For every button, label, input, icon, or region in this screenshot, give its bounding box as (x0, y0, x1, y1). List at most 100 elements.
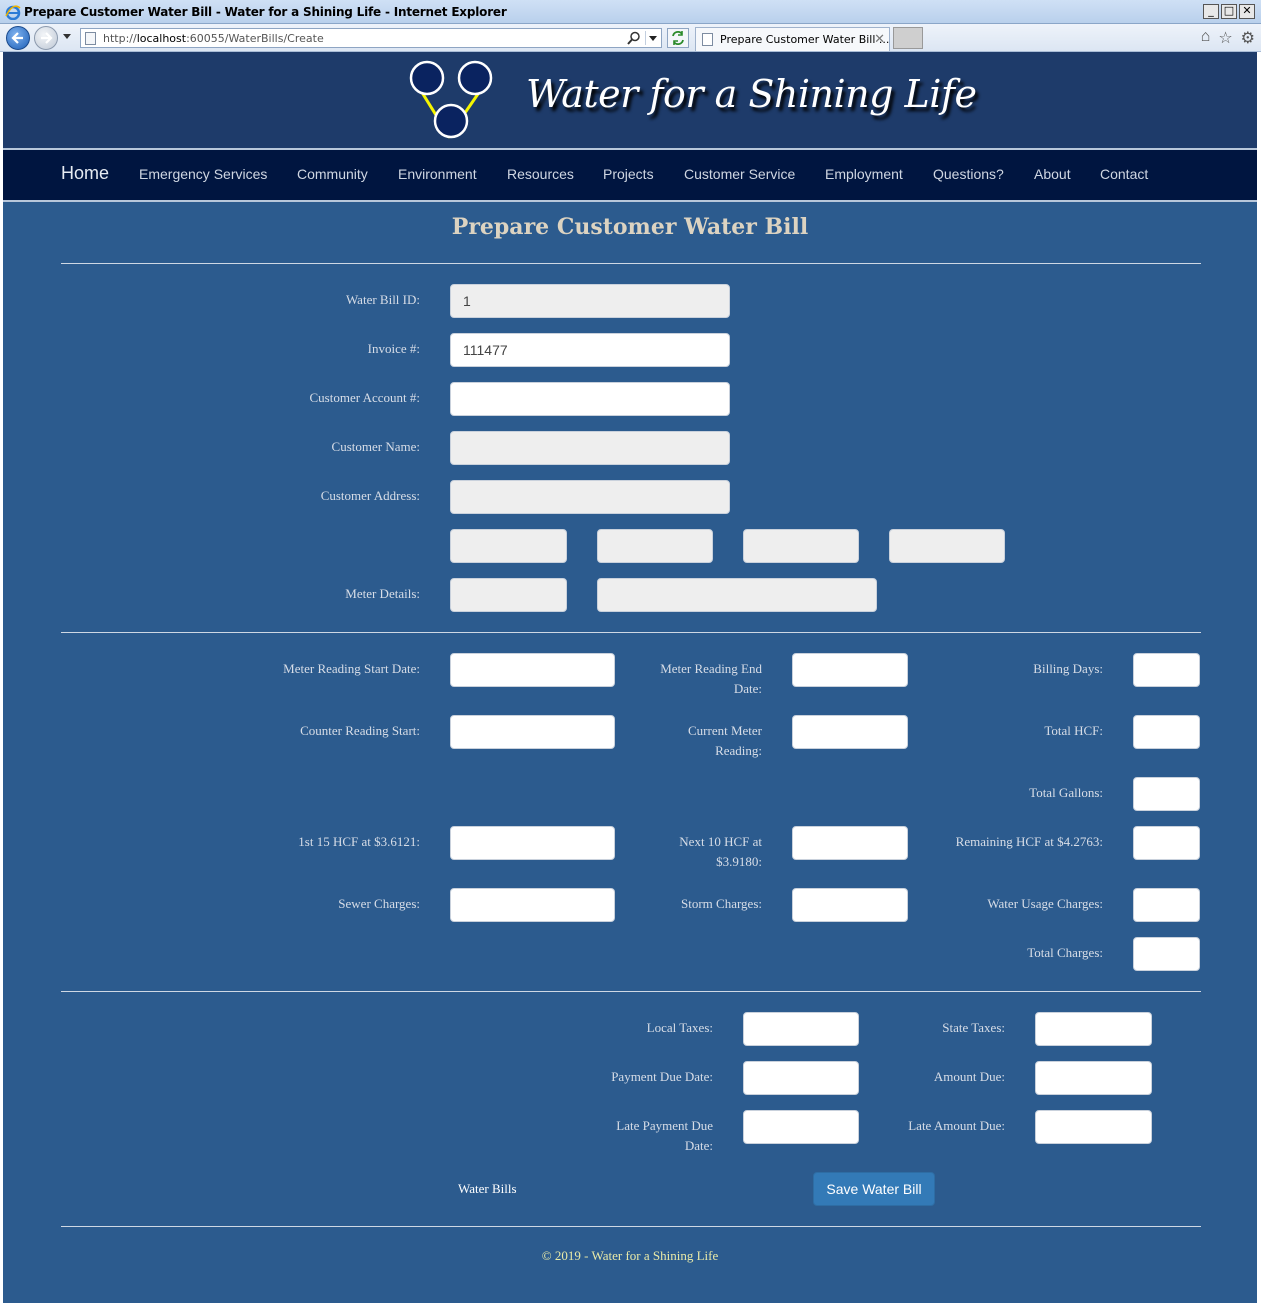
nav-home[interactable]: Home (61, 163, 109, 184)
customer-zip-field (889, 529, 1005, 563)
browser-tools: ⌂ ☆ ⚙ (1201, 28, 1255, 48)
remaining-hcf-field[interactable] (1133, 826, 1200, 860)
favorites-star-icon[interactable]: ☆ (1218, 28, 1232, 48)
meter-reading-start-date-field[interactable] (450, 653, 615, 687)
nav-environment[interactable]: Environment (398, 166, 477, 182)
gear-icon[interactable]: ⚙ (1241, 28, 1255, 48)
storm-charges-label: Storm Charges: (680, 896, 762, 911)
first-15-hcf-field[interactable] (450, 826, 615, 860)
meter-reading-start-date-label: Meter Reading Start Date: (283, 661, 420, 676)
nav-projects[interactable]: Projects (603, 166, 654, 182)
url-input[interactable]: http://localhost:60055/WaterBills/Create (80, 28, 662, 48)
invoice-label: Invoice #: (367, 341, 420, 356)
total-charges-field[interactable] (1133, 937, 1200, 971)
tab-page-icon (702, 33, 713, 46)
nav-customer-service[interactable]: Customer Service (684, 166, 795, 182)
state-taxes-label: State Taxes: (942, 1020, 1005, 1035)
nav-resources[interactable]: Resources (507, 166, 574, 182)
meter-description-field (597, 578, 877, 612)
local-taxes-field[interactable] (743, 1012, 859, 1046)
amount-due-field[interactable] (1035, 1061, 1152, 1095)
minimize-button[interactable]: _ (1203, 4, 1219, 19)
invoice-field[interactable]: 111477 (450, 333, 730, 367)
section-divider (61, 263, 1201, 264)
window-titlebar: Prepare Customer Water Bill - Water for … (0, 0, 1261, 24)
section-divider (61, 991, 1201, 992)
back-button[interactable] (6, 26, 30, 50)
history-dropdown-icon[interactable] (63, 34, 71, 39)
nav-emergency-services[interactable]: Emergency Services (139, 166, 267, 182)
customer-county-field (597, 529, 713, 563)
nav-community[interactable]: Community (297, 166, 368, 182)
meter-number-field (450, 578, 567, 612)
state-taxes-field[interactable] (1035, 1012, 1152, 1046)
arrow-right-icon (41, 32, 53, 44)
next-10-hcf-label: Next 10 HCF at $3.9180: (679, 834, 762, 869)
next-10-hcf-field[interactable] (792, 826, 908, 860)
water-usage-charges-field[interactable] (1133, 888, 1200, 922)
page-body: Water for a Shining Life Home Emergency … (3, 52, 1257, 1303)
maximize-button[interactable]: □ (1221, 4, 1237, 19)
customer-address-field (450, 480, 730, 514)
total-hcf-field[interactable] (1133, 715, 1200, 749)
total-gallons-field[interactable] (1133, 777, 1200, 811)
billing-days-field[interactable] (1133, 653, 1200, 687)
browser-tab[interactable]: Prepare Customer Water Bill ... ✕ (695, 27, 890, 51)
counter-reading-start-label: Counter Reading Start: (300, 723, 420, 738)
water-bills-link[interactable]: Water Bills (458, 1181, 517, 1197)
site-logo (409, 60, 493, 139)
late-payment-due-date-label: Late Payment Due Date: (616, 1118, 713, 1153)
remaining-hcf-label: Remaining HCF at $4.2763: (955, 834, 1103, 849)
nav-about[interactable]: About (1034, 166, 1071, 182)
total-gallons-label: Total Gallons: (1029, 785, 1103, 800)
customer-account-label: Customer Account #: (309, 390, 421, 405)
save-water-bill-button[interactable]: Save Water Bill (813, 1172, 935, 1206)
url-dropdown-button[interactable] (645, 31, 659, 45)
page-title: Prepare Customer Water Bill (451, 214, 809, 240)
footer-copyright: © 2019 - Water for a Shining Life (541, 1248, 719, 1263)
meter-reading-end-date-field[interactable] (792, 653, 908, 687)
water-bill-id-label: Water Bill ID: (345, 292, 420, 307)
water-usage-charges-label: Water Usage Charges: (987, 896, 1103, 911)
window-controls: _ □ ✕ (1203, 4, 1255, 19)
late-amount-due-field[interactable] (1035, 1110, 1152, 1144)
nav-employment[interactable]: Employment (825, 166, 903, 182)
current-meter-reading-field[interactable] (792, 715, 908, 749)
url-text: http://localhost:60055/WaterBills/Create (103, 32, 324, 45)
customer-address-label: Customer Address: (320, 488, 420, 503)
local-taxes-label: Local Taxes: (646, 1020, 713, 1035)
nav-questions[interactable]: Questions? (933, 166, 1004, 182)
customer-account-field[interactable] (450, 382, 730, 416)
late-payment-due-date-field[interactable] (743, 1110, 859, 1144)
site-header: Water for a Shining Life (3, 52, 1257, 148)
counter-reading-start-field[interactable] (450, 715, 615, 749)
refresh-icon (672, 31, 684, 45)
close-window-button[interactable]: ✕ (1239, 4, 1255, 19)
meter-reading-end-date-label: Meter Reading End Date: (660, 661, 762, 696)
window-title: Prepare Customer Water Bill - Water for … (24, 5, 507, 19)
nav-contact[interactable]: Contact (1100, 166, 1148, 182)
payment-due-date-field[interactable] (743, 1061, 859, 1095)
total-hcf-label: Total HCF: (1044, 723, 1103, 738)
billing-days-label: Billing Days: (1033, 661, 1103, 676)
home-icon[interactable]: ⌂ (1201, 28, 1211, 48)
sewer-charges-field[interactable] (450, 888, 615, 922)
navbar-divider (3, 200, 1257, 202)
total-charges-label: Total Charges: (1027, 945, 1103, 960)
forward-button[interactable] (34, 26, 58, 50)
current-meter-reading-label: Current Meter Reading: (687, 723, 762, 758)
footer-divider (61, 1226, 1201, 1227)
new-tab-button[interactable] (893, 27, 923, 49)
main-navbar: Home Emergency Services Community Enviro… (3, 150, 1257, 200)
amount-due-label: Amount Due: (933, 1069, 1005, 1084)
refresh-button[interactable] (667, 28, 689, 48)
search-icon[interactable] (627, 31, 641, 45)
site-title: Water for a Shining Life (526, 72, 977, 116)
storm-charges-field[interactable] (792, 888, 908, 922)
customer-state-field (743, 529, 859, 563)
tab-close-icon[interactable]: ✕ (874, 31, 885, 47)
page-icon (85, 32, 96, 45)
customer-city-field (450, 529, 567, 563)
customer-name-field (450, 431, 730, 465)
payment-due-date-label: Payment Due Date: (611, 1069, 713, 1084)
